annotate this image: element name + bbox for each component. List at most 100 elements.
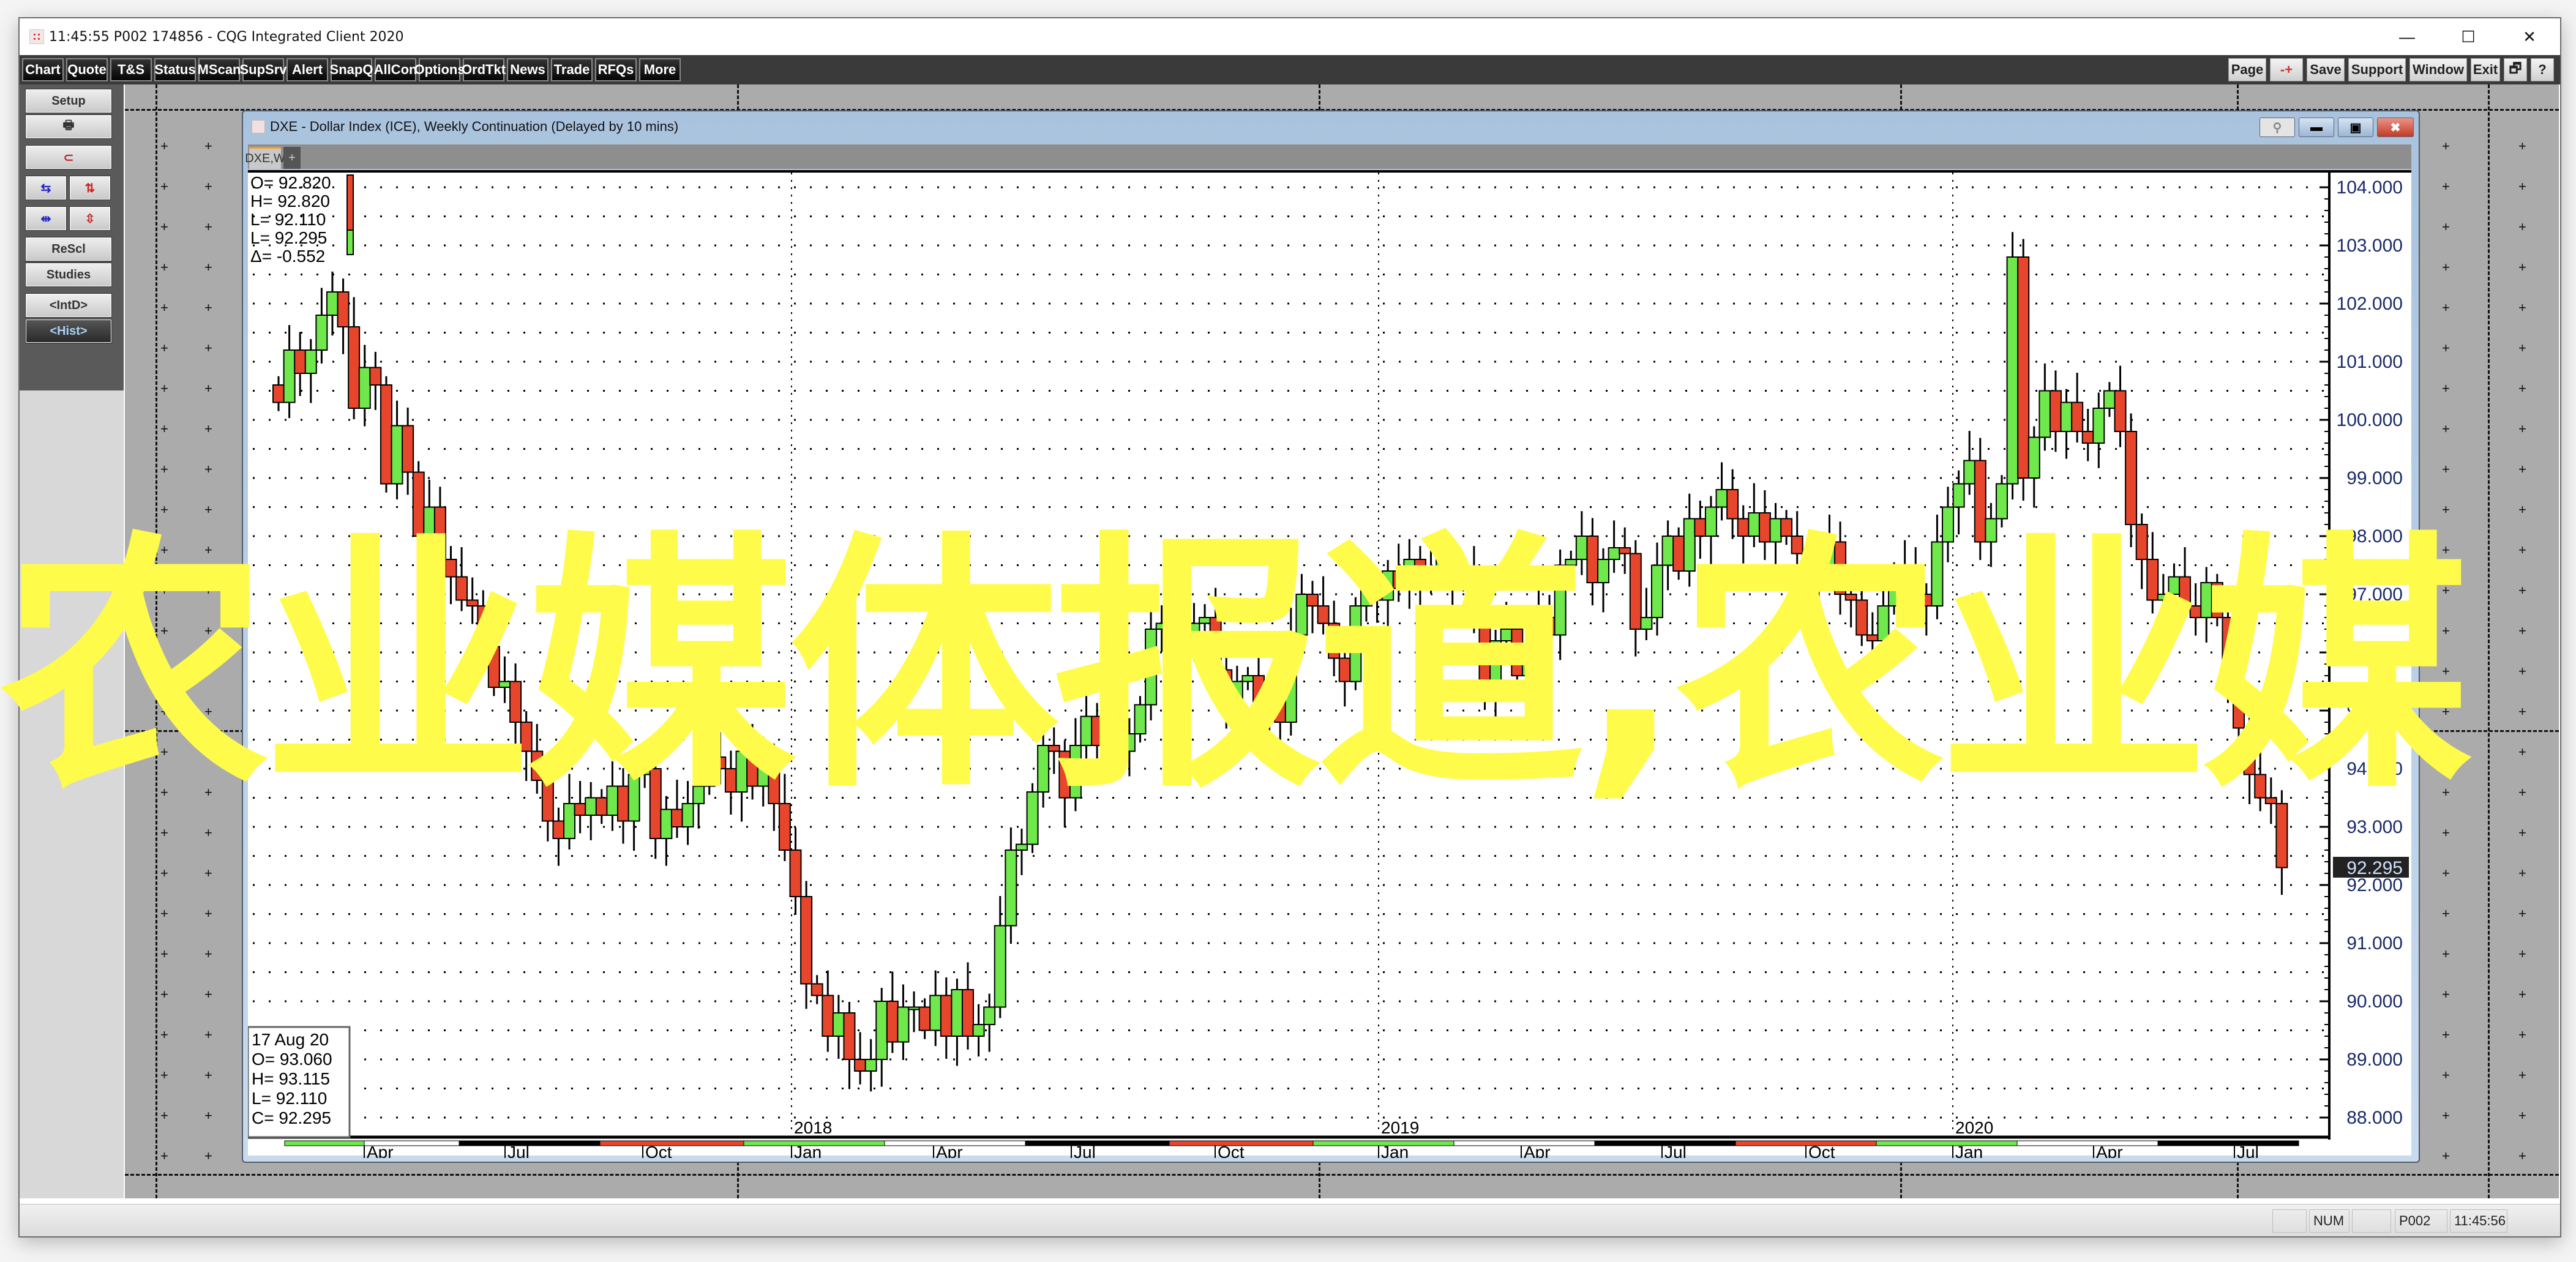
candle-up [423,506,436,537]
candle-down [670,808,683,827]
candle-up [1898,564,1911,572]
workspace-plus-marker: + [204,421,212,436]
candle-up [606,785,619,816]
toolbar-options-button[interactable]: Options [414,58,465,81]
rescale-button[interactable]: ReScl [26,237,111,261]
quarter-color-bar [1025,1140,1170,1146]
studies-button[interactable]: Studies [26,263,111,286]
workspace-plus-marker: + [2518,1067,2526,1083]
pin-icon[interactable]: ⚲ [2260,118,2295,137]
candle-down [2243,727,2256,775]
candle-down [444,559,457,578]
toolbar-ts-button[interactable]: T&S [110,58,152,81]
y-tick-label: 104.000 [2337,177,2403,198]
workspace-plus-marker: + [160,502,168,517]
toolbar-more-button[interactable]: More [639,58,681,81]
cursor-info-line: 17 Aug 20 [252,1030,329,1049]
workspace-plus-marker: + [160,1067,168,1083]
candle-down [2146,559,2159,601]
workspace-plus-marker: + [2442,138,2450,154]
workspace-plus-marker: + [2518,340,2526,356]
maximize-button[interactable]: ☐ [2438,18,2499,55]
workspace-plus-marker: + [2442,340,2450,356]
toolbar-news-button[interactable]: News [507,58,549,81]
candle-down [1112,715,1125,752]
toolbar-quote-button[interactable]: Quote [66,58,108,81]
cursor-info-line: L= 92.110 [252,1089,327,1108]
close-button[interactable]: ✕ [2499,18,2560,55]
x-month-label: Jul [507,1143,530,1158]
ohlc-legend-line: Δ= -0.552 [250,247,325,266]
toolbar-chart-button[interactable]: Chart [22,58,64,81]
zoom-plus-minus-button[interactable]: -+ [2270,58,2303,81]
horizontal-expand-button[interactable]: ⇆ [26,176,66,200]
chart-plot-area: 104.000 103.000 102.000 101.000 100.000 99.00… [247,170,2413,1162]
candle-down [520,722,533,752]
chart-close-button[interactable]: ✖ [2377,118,2414,137]
candle-up [1704,506,1717,537]
toolbar-allcon-button[interactable]: AllCon [374,58,417,81]
vertical-expand-button[interactable]: ⇅ [70,176,110,200]
workspace-plus-marker: + [2442,179,2450,194]
intraday-button[interactable]: <IntD> [26,294,111,317]
workspace-plus-marker: + [204,138,212,154]
toolbar-right-group: Page -+ Save Support Window Exit 🗗 ? [2220,55,2554,84]
toolbar-mscan-button[interactable]: MScan [198,58,241,81]
candle-down [714,756,727,769]
vertical-compress-button[interactable]: ⇳ [70,207,110,230]
toolbar-trade-button[interactable]: Trade [551,58,593,81]
candle-down [1866,634,1879,641]
toolbar-snapq-button[interactable]: SnapQ [330,58,373,81]
exit-button[interactable]: Exit [2471,58,2500,81]
workspace-plus-marker: + [2442,300,2450,315]
candle-down [1844,594,1857,601]
workspace-plus-marker: + [2518,946,2526,961]
quarter-color-bar [284,1140,365,1146]
save-button[interactable]: Save [2307,58,2345,81]
chart-minimize-button[interactable]: ▬ [2299,118,2334,137]
y-tick-label: 102.000 [2337,294,2403,314]
toolbar-alert-button[interactable]: Alert [286,58,328,81]
window-button[interactable]: Window [2409,58,2467,81]
x-month-label: Jul [1074,1143,1096,1158]
minimize-button[interactable]: — [2376,18,2438,55]
tab-dxe-w[interactable]: DXE,W [245,147,285,169]
workspace-plus-marker: + [160,1027,168,1042]
candle-down [1834,541,1847,595]
support-button[interactable]: Support [2348,58,2406,81]
compress-horizontal-icon: ⇹ [40,212,51,226]
workspace-plus-marker: + [204,704,212,719]
y-tick-label: 88.000 [2346,1108,2403,1128]
page-button[interactable]: Page [2228,58,2266,81]
restore-windows-icon[interactable]: 🗗 [2504,58,2527,81]
candle-down [552,820,565,839]
x-year-label: 2019 [1381,1118,1419,1137]
add-tab-button[interactable]: + [283,147,301,169]
y-tick-label: 93.000 [2346,817,2403,837]
toolbar-supsrv-button[interactable]: SupSrv [239,58,287,81]
chart-restore-button[interactable]: ▣ [2338,118,2373,137]
help-button[interactable]: ? [2531,58,2554,81]
toolbar-ordtkt-button[interactable]: OrdTkt [462,58,506,81]
toolbar-status-button[interactable]: Status [154,58,196,81]
candle-down [294,349,307,374]
candle-down [1909,564,1922,595]
print-button[interactable]: 🖶 [26,115,111,138]
candle-up [1748,512,1761,537]
y-tick-label: 101.000 [2337,352,2403,372]
candlestick-chart[interactable]: 104.000 103.000 102.000 101.000 100.000 99.00… [247,173,2413,1162]
candle-down [1306,594,1319,607]
workspace-plus-marker: + [160,219,168,234]
historical-button[interactable]: <Hist> [26,319,111,343]
setup-button[interactable]: Setup [26,89,111,113]
magnet-button[interactable]: ⊂ [26,146,111,169]
candle-up [1026,791,1039,845]
window-title: 11:45:55 P002 174856 - CQG Integrated Cl… [49,29,404,45]
candle-up [1166,599,1179,624]
horizontal-compress-button[interactable]: ⇹ [26,207,66,230]
candle-down [272,384,285,403]
candle-down [1780,518,1793,537]
workspace-plus-marker: + [2442,946,2450,961]
candle-up [1199,617,1211,624]
toolbar-rfqs-button[interactable]: RFQs [595,58,637,81]
